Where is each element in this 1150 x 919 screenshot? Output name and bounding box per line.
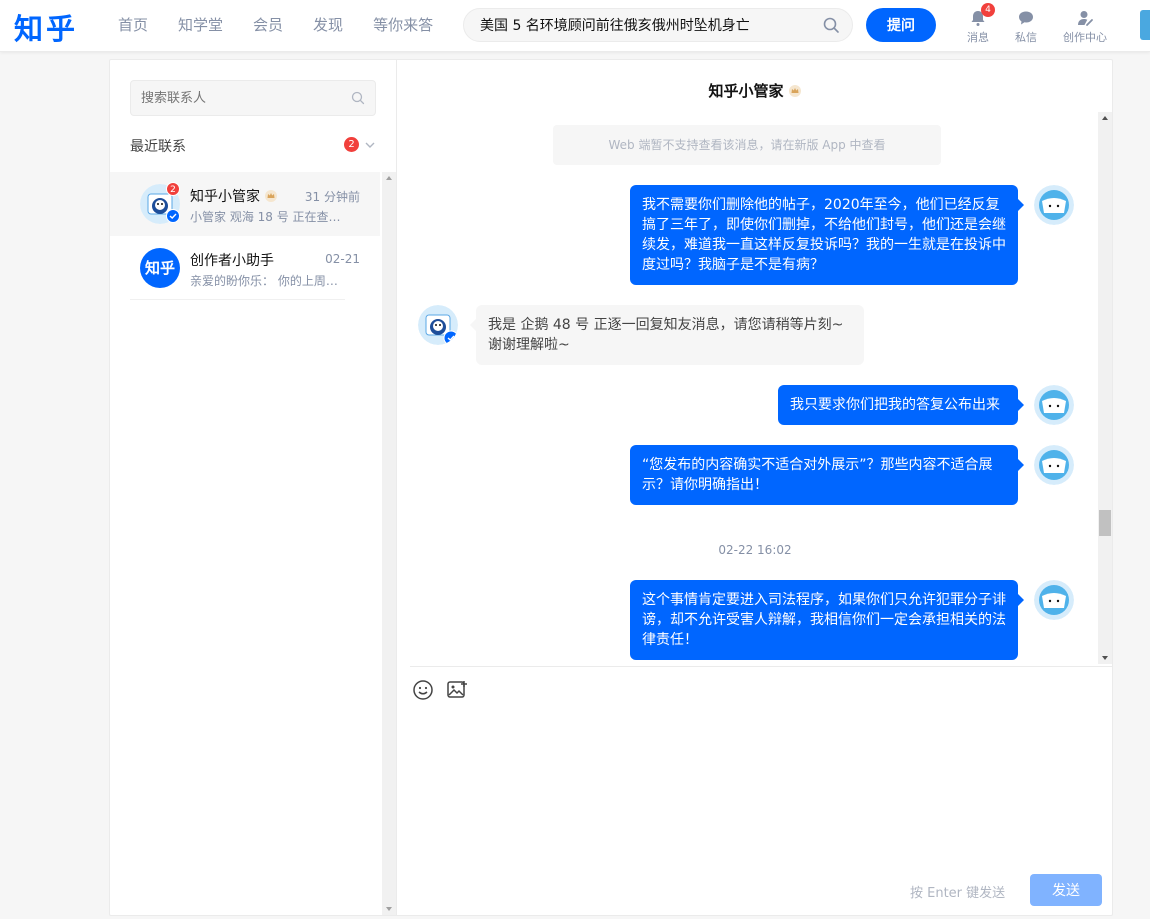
my-avatar[interactable] xyxy=(1034,580,1074,620)
sidebar-scrollbar[interactable] xyxy=(382,172,396,915)
private-messages-label: 私信 xyxy=(1015,31,1037,44)
divider xyxy=(130,299,345,300)
emoji-icon[interactable] xyxy=(412,679,434,705)
contact-time: 02-21 xyxy=(325,252,360,266)
my-avatar[interactable] xyxy=(1034,385,1074,425)
creator-center-label: 创作中心 xyxy=(1063,31,1107,44)
chevron-down-icon[interactable] xyxy=(364,139,376,155)
nav-discover[interactable]: 发现 xyxy=(313,0,343,52)
notifications-badge: 4 xyxy=(981,3,995,17)
search-icon[interactable] xyxy=(351,91,365,109)
global-search xyxy=(463,8,853,42)
scroll-down-icon[interactable] xyxy=(1102,656,1108,660)
unsupported-message-notice: Web 端暂不支持查看该消息，请在新版 App 中查看 xyxy=(553,125,941,165)
outgoing-message: 这个事情肯定要进入司法程序，如果你们只允许犯罪分子诽谤，却不允许受害人辩解，我相… xyxy=(630,580,1024,660)
contact-item[interactable]: 知乎 创作者小助手 02-21 亲爱的盼你乐： 你的上周… xyxy=(110,236,380,300)
chat-window: 知乎小管家 Web 端暂不支持查看该消息，请在新版 App 中查看 我不需要你们… xyxy=(398,60,1112,915)
my-avatar[interactable] xyxy=(1034,185,1074,225)
nav-home[interactable]: 首页 xyxy=(118,0,148,52)
ask-question-button[interactable]: 提问 xyxy=(866,8,936,42)
crown-badge-icon xyxy=(788,85,801,97)
message-input[interactable] xyxy=(410,711,1100,871)
nav-waiting-answers[interactable]: 等你来答 xyxy=(373,0,433,52)
creator-center-button[interactable]: 创作中心 xyxy=(1060,9,1110,45)
notifications-label: 消息 xyxy=(967,31,989,44)
creator-icon xyxy=(1078,11,1093,26)
send-hint: 按 Enter 键发送 xyxy=(910,886,1006,901)
main-nav: 首页 知学堂 会员 发现 等你来答 xyxy=(118,0,463,52)
contact-search-input[interactable] xyxy=(141,81,341,115)
contact-preview: 小管家 观海 18 号 正在查… xyxy=(190,210,341,224)
my-avatar[interactable] xyxy=(1034,445,1074,485)
chat-bubble-icon xyxy=(1019,11,1033,25)
messages-panel: 最近联系 2 2 知乎小管家 31 分钟前 小管家 观海 18 xyxy=(109,59,1113,916)
private-messages-button[interactable]: 私信 xyxy=(1001,9,1051,45)
outgoing-message: “您发布的内容确实不适合对外展示”？那些内容不适合展示？请你明确指出！ xyxy=(630,445,1024,505)
contact-name: 创作者小助手 xyxy=(190,253,274,269)
contact-item[interactable]: 2 知乎小管家 31 分钟前 小管家 观海 18 号 正在查… xyxy=(110,172,380,236)
global-search-input[interactable] xyxy=(480,9,815,41)
outgoing-message: 我不需要你们删除他的帖子，2020年至今，他们已经反复搞了三年了，即使你们删掉，… xyxy=(630,185,1024,285)
scroll-up-icon[interactable] xyxy=(386,176,392,180)
send-button[interactable]: 发送 xyxy=(1030,874,1102,906)
verified-check-icon xyxy=(166,209,180,223)
chat-scrollbar[interactable] xyxy=(1098,112,1112,664)
scroll-thumb[interactable] xyxy=(1099,510,1111,536)
nav-zhixuetang[interactable]: 知学堂 xyxy=(178,0,223,52)
message-timestamp: 02-22 16:02 xyxy=(718,543,792,557)
zhihu-assistant-avatar xyxy=(418,305,458,345)
contact-time: 31 分钟前 xyxy=(304,190,360,204)
message-composer: 按 Enter 键发送 发送 xyxy=(410,666,1112,915)
scroll-down-icon[interactable] xyxy=(386,907,392,911)
search-icon[interactable] xyxy=(823,17,840,38)
notifications-button[interactable]: 4 消息 xyxy=(953,3,1003,45)
outgoing-message: 我只要求你们把我的答复公布出来 xyxy=(778,385,1024,425)
zhihu-logo[interactable]: 知乎 xyxy=(14,6,78,48)
contact-name: 知乎小管家 xyxy=(190,186,278,206)
contact-list: 2 知乎小管家 31 分钟前 小管家 观海 18 号 正在查… 知乎 创作者小助… xyxy=(110,172,380,300)
contact-preview: 亲爱的盼你乐： 你的上周… xyxy=(190,274,338,288)
crown-badge-icon xyxy=(265,190,277,202)
contacts-sidebar: 最近联系 2 2 知乎小管家 31 分钟前 小管家 观海 18 xyxy=(110,60,397,915)
contact-search xyxy=(130,80,376,116)
unread-badge: 2 xyxy=(166,182,180,196)
creator-assistant-avatar: 知乎 xyxy=(140,248,180,288)
top-navigation-bar: 知乎 首页 知学堂 会员 发现 等你来答 提问 4 消息 私信 创作中心 xyxy=(0,0,1150,52)
chat-title: 知乎小管家 xyxy=(398,80,1112,101)
scroll-up-icon[interactable] xyxy=(1102,116,1108,120)
image-upload-icon[interactable] xyxy=(446,679,468,705)
nav-membership[interactable]: 会员 xyxy=(253,0,283,52)
incoming-message: 我是 企鹅 48 号 正逐一回复知友消息，请您请稍等片刻~ 谢谢理解啦~ xyxy=(470,305,864,365)
user-avatar[interactable] xyxy=(1140,10,1150,40)
recent-unread-badge: 2 xyxy=(344,137,359,152)
recent-contacts-label: 最近联系 xyxy=(130,139,186,155)
